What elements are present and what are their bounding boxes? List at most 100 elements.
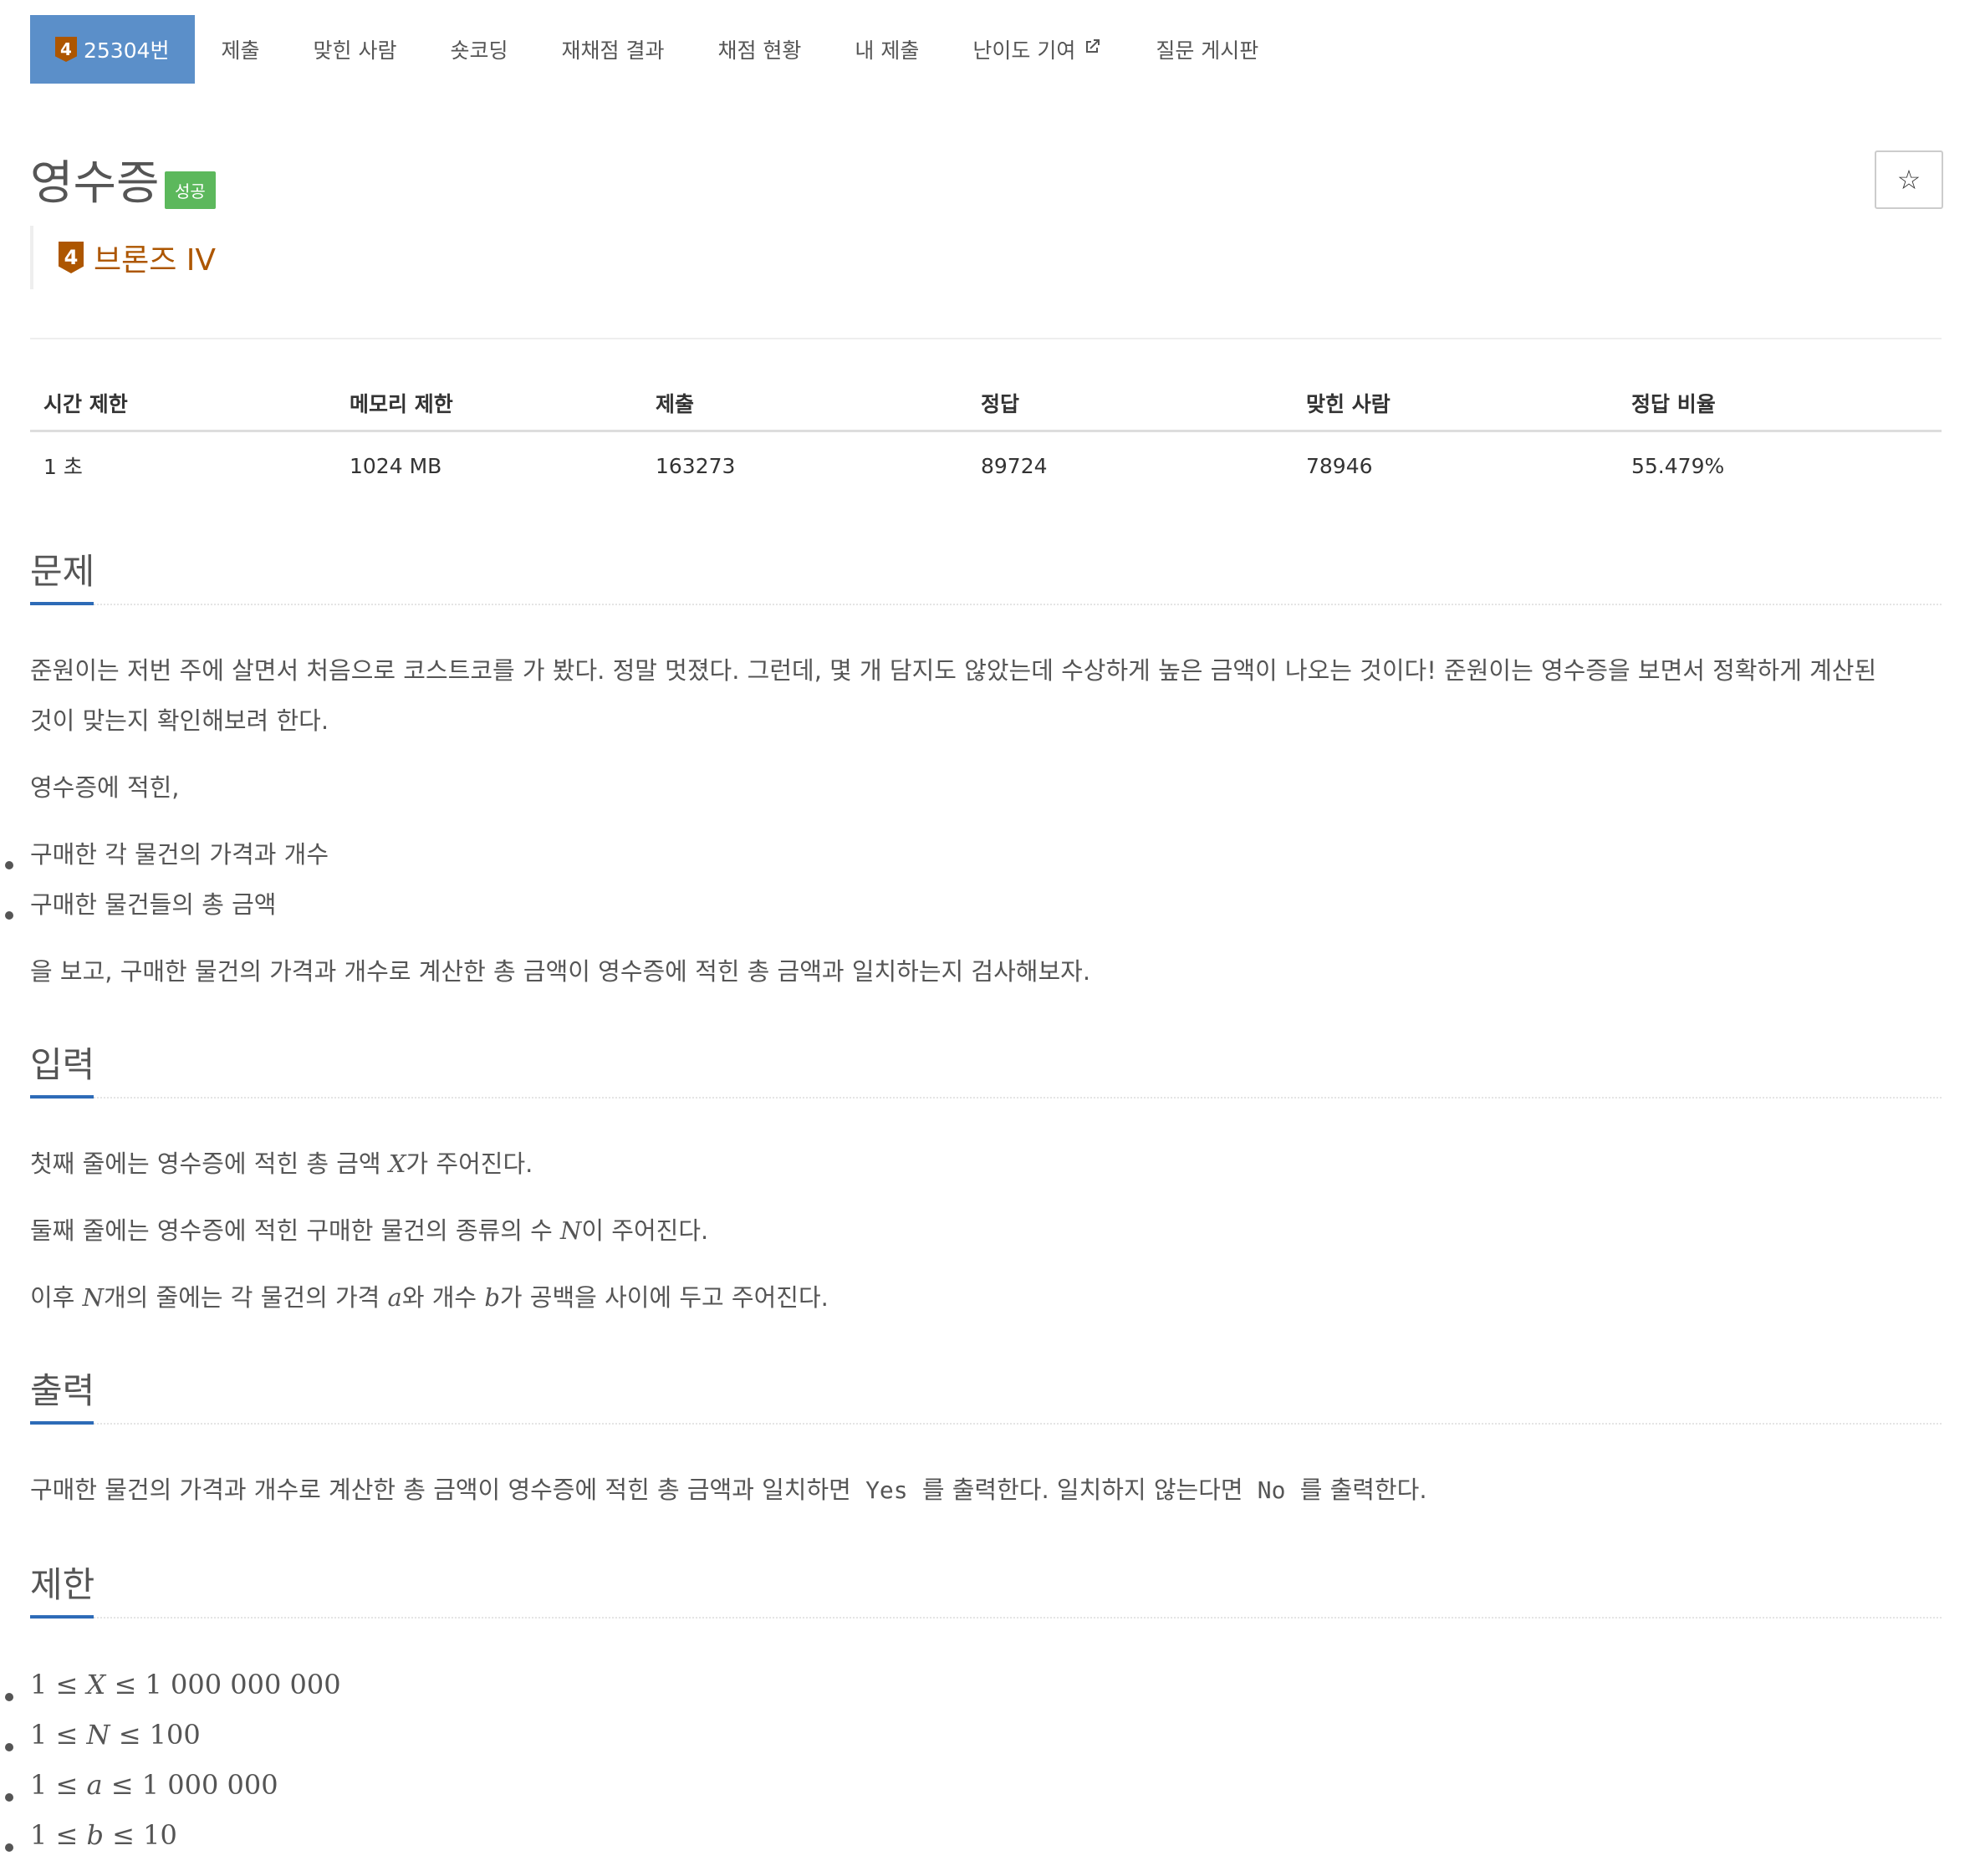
- tab-rejudge-results[interactable]: 재채점 결과: [535, 15, 691, 84]
- input-description-line: 첫째 줄에는 영수증에 적힌 총 금액 X가 주어진다.: [30, 1139, 533, 1189]
- table-cell: 78946: [1306, 453, 1373, 478]
- bullet-icon: [5, 861, 13, 869]
- text-span: 첫째 줄에는 영수증에 적힌 총 금액: [30, 1150, 389, 1178]
- table-header-row: 시간 제한 메모리 제한 제출 정답 맞힌 사람 정답 비율: [30, 376, 1942, 432]
- math-leq: ≤: [110, 1769, 134, 1801]
- section-underline: [30, 1615, 94, 1619]
- input-description-line: 이후 N개의 줄에는 각 물건의 가격 a와 개수 b가 공백을 사이에 두고 …: [30, 1272, 829, 1323]
- bullet-icon: [5, 1693, 13, 1701]
- problem-paragraph: 영수증에 적힌,: [30, 773, 180, 802]
- section-title-output: 출력: [30, 1370, 95, 1411]
- section-underline: [30, 602, 94, 605]
- math-leq: ≤: [114, 1669, 137, 1700]
- math-leq: ≤: [55, 1819, 79, 1851]
- section-divider: [30, 1097, 1942, 1099]
- table-cell: 1 초: [43, 455, 83, 479]
- table-cell: 1024 MB: [350, 453, 442, 478]
- section-divider: [30, 1423, 1942, 1425]
- text-span: 구매한 물건의 가격과 개수로 계산한 총 금액이 영수증에 적힌 총 금액과 …: [30, 1476, 860, 1504]
- math-number: 1: [30, 1769, 48, 1801]
- table-header: 정답 비율: [1631, 392, 1716, 416]
- favorite-button[interactable]: ☆: [1875, 150, 1943, 209]
- problem-description-line: 준원이는 저번 주에 살면서 처음으로 코스트코를 가 봤다. 정말 멋졌다. …: [30, 656, 1877, 685]
- math-variable: X: [86, 1669, 106, 1700]
- tier-label: 4 브론즈 IV: [30, 226, 216, 289]
- text-span: 이후: [30, 1283, 83, 1312]
- math-variable: N: [560, 1216, 582, 1245]
- tab-submit[interactable]: 제출: [195, 15, 287, 84]
- code-no: No: [1257, 1476, 1286, 1504]
- section-title-input: 입력: [30, 1044, 95, 1085]
- problem-description-line: 것이 맞는지 확인해보려 한다.: [30, 706, 329, 735]
- table-header: 맞힌 사람: [1306, 392, 1391, 416]
- text-span: 를 출력한다.: [1292, 1476, 1427, 1504]
- tab-my-submissions[interactable]: 내 제출: [828, 15, 946, 84]
- table-header: 제출: [656, 392, 695, 416]
- limit-item: 1 ≤ a ≤ 1 000 000: [30, 1769, 278, 1801]
- tab-short-coding[interactable]: 숏코딩: [424, 15, 535, 84]
- star-icon: ☆: [1896, 164, 1921, 196]
- math-leq: ≤: [55, 1769, 79, 1801]
- bullet-icon: [5, 1843, 13, 1852]
- text-span: 와 개수: [401, 1283, 485, 1312]
- output-description: 구매한 물건의 가격과 개수로 계산한 총 금액이 영수증에 적힌 총 금액과 …: [30, 1465, 1427, 1516]
- math-number: 1: [30, 1669, 48, 1700]
- math-number: 100: [149, 1719, 201, 1751]
- bullet-icon: [5, 1793, 13, 1802]
- status-badge: 성공: [165, 171, 216, 209]
- problem-nav: 4 25304번 제출 맞힌 사람 숏코딩 재채점 결과 채점 현황 내 제출 …: [30, 15, 1285, 84]
- table-header: 시간 제한: [43, 392, 128, 416]
- table-cell: 89724: [981, 453, 1048, 478]
- table-row: 1 초 1024 MB 163273 89724 78946 55.479%: [30, 432, 1942, 499]
- tab-qna-board[interactable]: 질문 게시판: [1129, 15, 1285, 84]
- limit-item: 1 ≤ X ≤ 1 000 000 000: [30, 1669, 341, 1700]
- code-yes: Yes: [865, 1476, 908, 1504]
- tab-difficulty-contribution[interactable]: 난이도 기여: [946, 15, 1129, 84]
- tab-judge-status[interactable]: 채점 현황: [691, 15, 828, 84]
- bullet-icon: [5, 911, 13, 920]
- table-header: 정답: [981, 392, 1020, 416]
- list-item: 구매한 각 물건의 가격과 개수: [30, 840, 329, 869]
- section-divider: [30, 1617, 1942, 1619]
- section-underline: [30, 1421, 94, 1425]
- limit-item: 1 ≤ b ≤ 10: [30, 1819, 177, 1851]
- list-item: 구매한 물건들의 총 금액: [30, 890, 277, 919]
- math-number: 1 000 000 000: [145, 1669, 341, 1700]
- table-cell: 163273: [656, 453, 736, 478]
- math-variable: b: [86, 1819, 104, 1851]
- text-span: 이 주어진다.: [581, 1216, 709, 1245]
- math-number: 1: [30, 1719, 48, 1751]
- limit-item: 1 ≤ N ≤ 100: [30, 1719, 201, 1751]
- section-title-limits: 제한: [30, 1564, 95, 1605]
- math-variable: N: [86, 1719, 110, 1751]
- input-description-line: 둘째 줄에는 영수증에 적힌 구매한 물건의 종류의 수 N이 주어진다.: [30, 1206, 708, 1256]
- section-divider: [30, 604, 1942, 605]
- section-title-problem: 문제: [30, 551, 95, 592]
- tab-problem[interactable]: 4 25304번: [30, 15, 195, 84]
- divider: [30, 338, 1942, 339]
- problem-id-label: 25304번: [84, 38, 170, 63]
- problem-paragraph: 을 보고, 구매한 물건의 가격과 개수로 계산한 총 금액이 영수증에 적힌 …: [30, 957, 1091, 986]
- section-underline: [30, 1095, 94, 1099]
- bullet-icon: [5, 1743, 13, 1751]
- math-number: 10: [143, 1819, 177, 1851]
- math-leq: ≤: [118, 1719, 141, 1751]
- math-variable: a: [387, 1283, 402, 1312]
- bronze-tier-icon: 4: [55, 37, 77, 62]
- math-variable: b: [484, 1283, 500, 1312]
- tier-name[interactable]: 브론즈 IV: [94, 236, 216, 279]
- bronze-tier-icon: 4: [59, 242, 84, 273]
- math-number: 1: [30, 1819, 48, 1851]
- text-span: 가 주어진다.: [406, 1150, 533, 1178]
- tab-solved-users[interactable]: 맞힌 사람: [287, 15, 424, 84]
- text-span: 를 출력한다. 일치하지 않는다면: [914, 1476, 1251, 1504]
- math-number: 1 000 000: [141, 1769, 278, 1801]
- math-variable: a: [86, 1769, 103, 1801]
- math-leq: ≤: [55, 1669, 79, 1700]
- tab-difficulty-label: 난이도 기여: [972, 38, 1076, 63]
- external-link-icon: [1082, 37, 1102, 62]
- problem-info-table: 시간 제한 메모리 제한 제출 정답 맞힌 사람 정답 비율 1 초 1024 …: [30, 376, 1942, 499]
- table-header: 메모리 제한: [350, 392, 453, 416]
- math-variable: N: [82, 1283, 104, 1312]
- table-cell: 55.479%: [1631, 453, 1725, 478]
